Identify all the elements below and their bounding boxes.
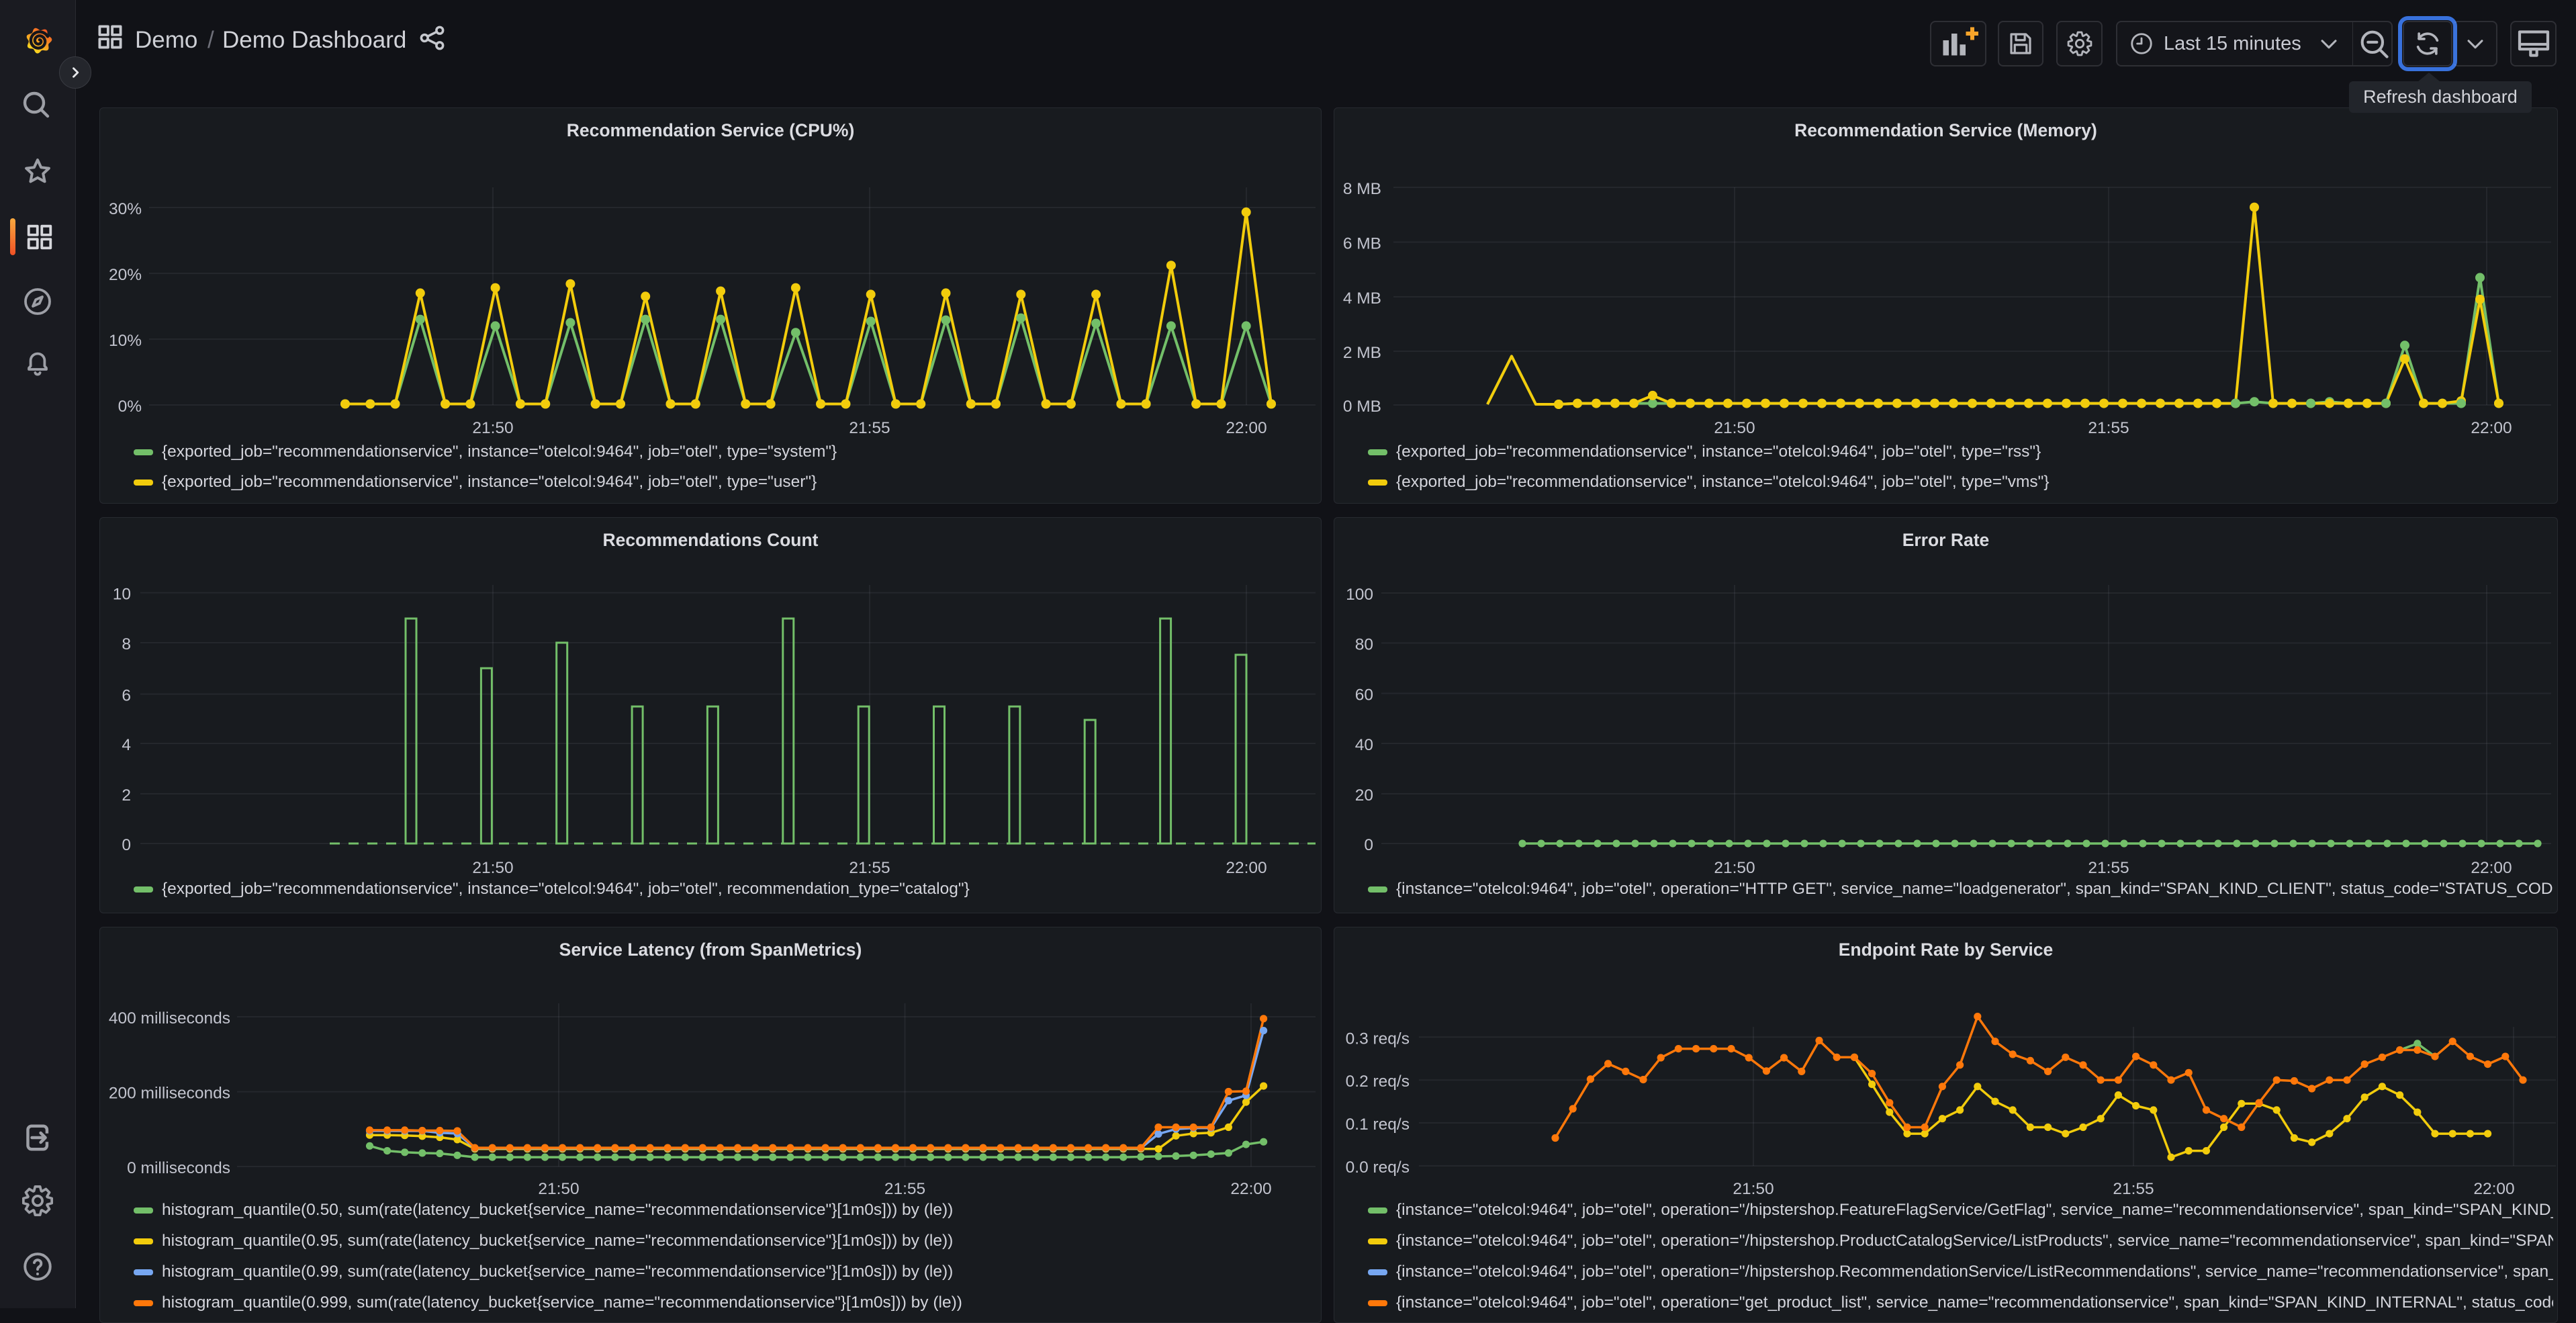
svg-text:4: 4: [122, 736, 131, 754]
svg-text:21:55: 21:55: [884, 1180, 925, 1198]
svg-text:8 MB: 8 MB: [1343, 180, 1381, 198]
svg-text:4 MB: 4 MB: [1343, 289, 1381, 308]
svg-text:6: 6: [122, 687, 131, 705]
svg-text:22:00: 22:00: [1226, 859, 1267, 877]
svg-text:21:55: 21:55: [2088, 859, 2129, 877]
svg-text:100: 100: [1346, 586, 1373, 604]
svg-text:21:55: 21:55: [2113, 1180, 2154, 1198]
svg-text:21:50: 21:50: [472, 859, 513, 877]
svg-text:21:50: 21:50: [538, 1180, 579, 1198]
svg-text:22:00: 22:00: [2473, 1180, 2514, 1198]
svg-text:30%: 30%: [109, 200, 142, 218]
svg-text:400 milliseconds: 400 milliseconds: [109, 1009, 230, 1028]
svg-text:21:50: 21:50: [472, 419, 513, 437]
svg-text:21:55: 21:55: [849, 419, 890, 437]
svg-text:22:00: 22:00: [2471, 859, 2512, 877]
svg-text:0: 0: [1364, 836, 1373, 854]
svg-text:0: 0: [122, 836, 131, 854]
svg-text:20: 20: [1355, 786, 1373, 805]
svg-text:2 MB: 2 MB: [1343, 344, 1381, 362]
svg-text:21:50: 21:50: [1714, 859, 1755, 877]
svg-text:22:00: 22:00: [1230, 1180, 1271, 1198]
svg-text:21:55: 21:55: [849, 859, 890, 877]
svg-text:22:00: 22:00: [2471, 419, 2512, 437]
svg-text:0.2 req/s: 0.2 req/s: [1346, 1073, 1410, 1091]
svg-text:0.1 req/s: 0.1 req/s: [1346, 1115, 1410, 1134]
svg-text:6 MB: 6 MB: [1343, 235, 1381, 253]
svg-text:8: 8: [122, 635, 131, 653]
svg-text:80: 80: [1355, 636, 1373, 654]
svg-text:60: 60: [1355, 686, 1373, 704]
svg-text:0.0 req/s: 0.0 req/s: [1346, 1158, 1410, 1177]
svg-text:2: 2: [122, 786, 131, 805]
svg-text:0 milliseconds: 0 milliseconds: [127, 1159, 230, 1177]
svg-text:21:55: 21:55: [2088, 419, 2129, 437]
svg-text:20%: 20%: [109, 266, 142, 284]
svg-text:0.3 req/s: 0.3 req/s: [1346, 1030, 1410, 1048]
svg-text:10%: 10%: [109, 332, 142, 350]
svg-text:0%: 0%: [118, 398, 142, 416]
svg-text:200 milliseconds: 200 milliseconds: [109, 1085, 230, 1103]
svg-text:22:00: 22:00: [1226, 419, 1267, 437]
svg-text:10: 10: [113, 586, 131, 604]
svg-text:21:50: 21:50: [1714, 419, 1755, 437]
svg-text:40: 40: [1355, 736, 1373, 754]
svg-text:0 MB: 0 MB: [1343, 398, 1381, 416]
svg-text:21:50: 21:50: [1733, 1180, 1774, 1198]
